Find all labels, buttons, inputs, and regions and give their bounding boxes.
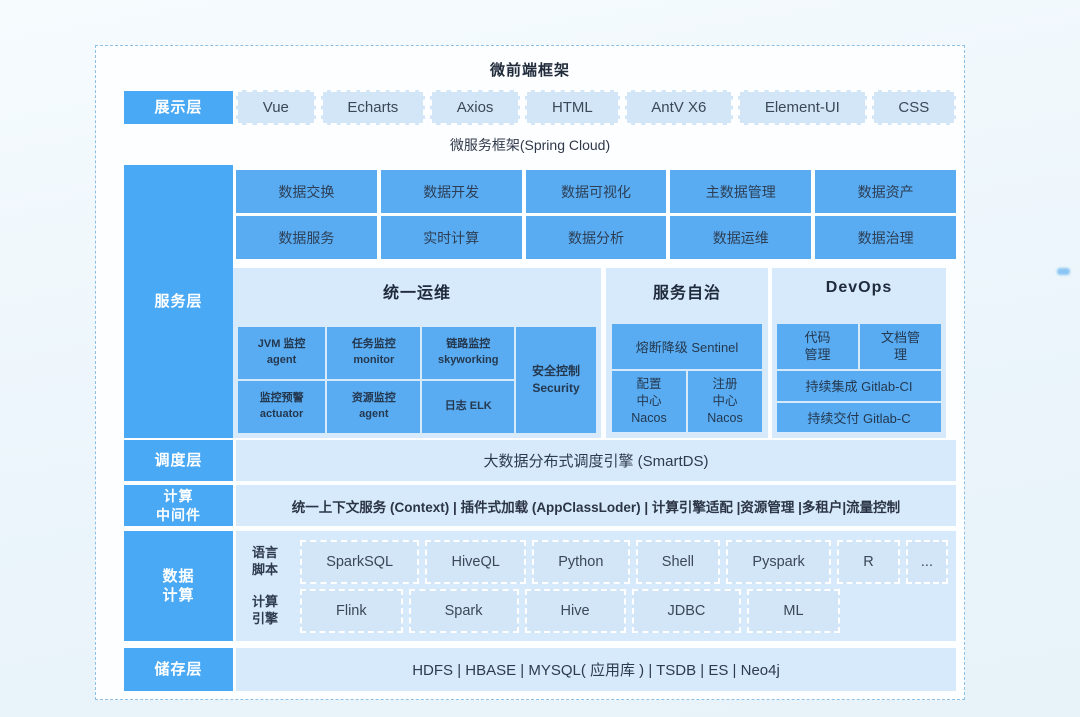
- presentation-tech-box: HTML: [525, 90, 619, 125]
- sentinel-tile: 熔断降级 Sentinel: [612, 324, 762, 369]
- business-module-column: 数据可视化 数据分析: [526, 170, 667, 259]
- business-module-cell: 数据交换: [236, 170, 377, 213]
- business-module-cell: 数据开发: [381, 170, 522, 213]
- monitor-tile: 资源监控 agent: [327, 381, 420, 433]
- layer-label-middleware: 计算 中间件: [124, 485, 233, 526]
- engine-box: Hive: [525, 589, 626, 633]
- unified-ops-title: 统一运维: [233, 279, 601, 303]
- unified-ops-panel: 统一运维 JVM 监控 agent 任务监控 monitor 链路监控 skyw…: [233, 268, 601, 438]
- devops-cells: 代码 管理 文档管 理: [777, 324, 941, 369]
- presentation-tech-box: Axios: [430, 90, 520, 125]
- devops-row-tile: 持续交付 Gitlab-C: [777, 403, 941, 433]
- script-box: ...: [906, 540, 948, 584]
- engine-box: JDBC: [632, 589, 742, 633]
- monitor-tile: 日志 ELK: [422, 381, 514, 433]
- service-autonomy-title: 服务自治: [606, 279, 768, 303]
- script-box: HiveQL: [425, 540, 526, 584]
- engine-row: 计算 引擎 Flink Spark Hive JDBC ML: [252, 589, 948, 633]
- service-autonomy-panel: 服务自治 熔断降级 Sentinel 配置 中心 Nacos 注册 中心 Nac…: [606, 268, 768, 438]
- page-title: 微前端框架: [96, 59, 964, 80]
- layer-label-service: 服务层: [124, 165, 233, 438]
- script-row-label: 语言 脚本: [252, 540, 284, 584]
- scheduler-content: 大数据分布式调度引擎 (SmartDS): [236, 440, 956, 481]
- presentation-tech-box: CSS: [872, 90, 956, 125]
- business-module-cell: 数据治理: [815, 216, 956, 259]
- business-module-column: 数据资产 数据治理: [815, 170, 956, 259]
- business-module-cell: 主数据管理: [670, 170, 811, 213]
- script-box: R: [837, 540, 900, 584]
- engine-box: Flink: [300, 589, 403, 633]
- devops-panel: DevOps 代码 管理 文档管 理 持续集成 Gitlab-CI 持续交付 G…: [772, 268, 946, 438]
- script-box: Shell: [636, 540, 721, 584]
- business-module-column: 数据开发 实时计算: [381, 170, 522, 259]
- business-module-grid: 数据交换 数据服务 数据开发 实时计算 数据可视化 数据分析 主数据管理 数据运…: [236, 170, 956, 259]
- security-control-tile: 安全控制 Security: [516, 327, 596, 433]
- nacos-cells: 配置 中心 Nacos 注册 中心 Nacos: [612, 371, 762, 432]
- presentation-tech-box: Vue: [236, 90, 316, 125]
- business-module-column: 数据交换 数据服务: [236, 170, 377, 259]
- business-module-cell: 数据资产: [815, 170, 956, 213]
- presentation-tech-box: Echarts: [321, 90, 425, 125]
- business-module-cell: 数据分析: [526, 216, 667, 259]
- devops-tile: 文档管 理: [860, 324, 941, 369]
- screen-artifact-dot: [1057, 268, 1070, 275]
- nacos-tile: 注册 中心 Nacos: [688, 371, 762, 432]
- microservice-framework-label: 微服务框架(Spring Cloud): [96, 135, 964, 155]
- devops-title: DevOps: [772, 279, 946, 297]
- script-box: Pyspark: [726, 540, 831, 584]
- business-module-cell: 实时计算: [381, 216, 522, 259]
- monitor-tile: 任务监控 monitor: [327, 327, 420, 379]
- layer-label-storage: 储存层: [124, 648, 233, 691]
- devops-rows: 持续集成 Gitlab-CI 持续交付 Gitlab-C: [777, 371, 941, 432]
- monitor-tile: 监控预警 actuator: [238, 381, 325, 433]
- business-module-column: 主数据管理 数据运维: [670, 170, 811, 259]
- unified-ops-grid: JVM 监控 agent 任务监控 monitor 链路监控 skyworkin…: [238, 327, 596, 433]
- layer-label-presentation: 展示层: [124, 91, 233, 124]
- nacos-tile: 配置 中心 Nacos: [612, 371, 686, 432]
- architecture-diagram-frame: 微前端框架 展示层 Vue Echarts Axios HTML AntV X6…: [95, 45, 965, 700]
- business-module-cell: 数据可视化: [526, 170, 667, 213]
- layer-label-compute: 数据 计算: [124, 531, 233, 641]
- business-module-cell: 数据运维: [670, 216, 811, 259]
- monitor-tile: 链路监控 skyworking: [422, 327, 514, 379]
- script-box: SparkSQL: [300, 540, 419, 584]
- devops-row-tile: 持续集成 Gitlab-CI: [777, 371, 941, 401]
- script-row: 语言 脚本 SparkSQL HiveQL Python Shell Pyspa…: [252, 540, 948, 584]
- engine-row-label: 计算 引擎: [252, 589, 284, 633]
- engine-box: ML: [747, 589, 839, 633]
- script-box-list: SparkSQL HiveQL Python Shell Pyspark R .…: [300, 540, 948, 584]
- presentation-tech-box: Element-UI: [738, 90, 867, 125]
- devops-tile: 代码 管理: [777, 324, 858, 369]
- script-box: Python: [532, 540, 630, 584]
- unified-ops-tiles: JVM 监控 agent 任务监控 monitor 链路监控 skyworkin…: [238, 327, 514, 433]
- engine-box-list: Flink Spark Hive JDBC ML: [300, 589, 948, 633]
- compute-panel: 语言 脚本 SparkSQL HiveQL Python Shell Pyspa…: [236, 531, 956, 641]
- presentation-tech-list: Vue Echarts Axios HTML AntV X6 Element-U…: [236, 90, 956, 125]
- storage-content: HDFS | HBASE | MYSQL( 应用库 ) | TSDB | ES …: [236, 648, 956, 691]
- monitor-tile: JVM 监控 agent: [238, 327, 325, 379]
- business-module-cell: 数据服务: [236, 216, 377, 259]
- presentation-tech-box: AntV X6: [625, 90, 734, 125]
- layer-label-scheduler: 调度层: [124, 440, 233, 481]
- middleware-content: 统一上下文服务 (Context) | 插件式加载 (AppClassLoder…: [236, 485, 956, 526]
- engine-box: Spark: [409, 589, 519, 633]
